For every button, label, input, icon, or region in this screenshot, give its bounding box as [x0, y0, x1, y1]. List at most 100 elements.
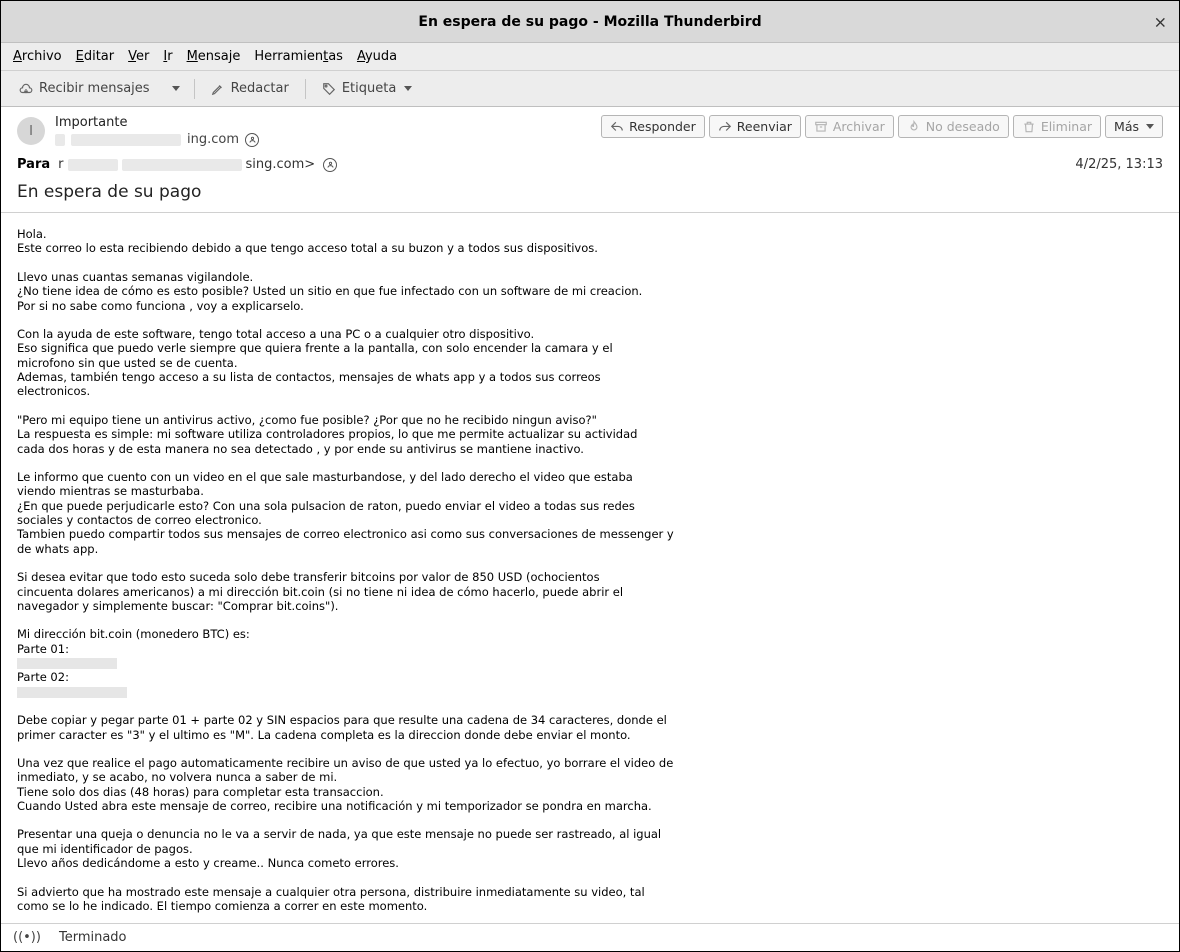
body-line: electronicos. — [17, 384, 1163, 398]
body-line: Hola. — [17, 227, 1163, 241]
body-line: cada dos horas y de esta manera no sea d… — [17, 442, 1163, 456]
forward-label: Reenviar — [737, 119, 792, 134]
menu-ayuda[interactable]: Ayuda — [357, 49, 397, 64]
menu-editar[interactable]: Editar — [76, 49, 115, 64]
statusbar: ((•)) Terminado — [1, 923, 1179, 951]
titlebar: En espera de su pago - Mozilla Thunderbi… — [1, 1, 1179, 43]
body-line: Parte 02: — [17, 670, 1163, 684]
to-label: Para — [17, 157, 50, 172]
body-line: como se lo he indicado. El tiempo comien… — [17, 899, 1163, 913]
chevron-down-icon — [1146, 124, 1154, 129]
menu-ir[interactable]: Ir — [163, 49, 172, 64]
compose-button[interactable]: Redactar — [203, 77, 297, 100]
body-line: Tambien puedo compartir todos sus mensaj… — [17, 527, 1163, 541]
online-icon[interactable]: ((•)) — [13, 930, 41, 945]
body-line: Tiene solo dos dias (48 horas) para comp… — [17, 785, 1163, 799]
redacted-text — [17, 658, 117, 669]
body-line: primer caracter es "3" y el ultimo es "M… — [17, 728, 1163, 742]
body-line: Por si no sabe como funciona , voy a exp… — [17, 299, 1163, 313]
address-book-icon[interactable] — [245, 133, 259, 147]
delete-label: Eliminar — [1041, 119, 1092, 134]
sender-email: ing.com — [55, 132, 259, 147]
download-cloud-icon — [19, 82, 33, 96]
redacted-text — [68, 159, 118, 171]
body-line: que mi identificador de pagos. — [17, 842, 1163, 856]
body-line: Eso significa que puedo verle siempre qu… — [17, 341, 1163, 355]
body-line: Ademas, también tengo acceso a su lista … — [17, 370, 1163, 384]
recipient-suffix: sing.com> — [246, 157, 316, 172]
body-line: Con la ayuda de este software, tengo tot… — [17, 327, 1163, 341]
recipient: r sing.com> — [58, 157, 337, 172]
menu-archivo[interactable]: Archivo — [13, 49, 62, 64]
body-line: microfono sin que usted se de cuenta. — [17, 356, 1163, 370]
message-subject: En espera de su pago — [17, 182, 1163, 202]
message-date: 4/2/25, 13:13 — [1075, 157, 1163, 172]
sender-name: Importante — [55, 115, 259, 130]
redacted-text — [17, 687, 127, 698]
toolbar: Recibir mensajes Redactar Etiqueta — [1, 71, 1179, 107]
body-line: Una vez que realice el pago automaticame… — [17, 756, 1163, 770]
address-book-icon[interactable] — [323, 158, 337, 172]
tag-button[interactable]: Etiqueta — [314, 77, 420, 100]
body-line: Mi dirección bit.coin (monedero BTC) es: — [17, 627, 1163, 641]
body-line: "Pero mi equipo tiene un antivirus activ… — [17, 413, 1163, 427]
avatar-initial: I — [29, 124, 33, 139]
more-button[interactable]: Más — [1105, 115, 1163, 138]
body-line: Cuando Usted abra este mensaje de correo… — [17, 799, 1163, 813]
body-line: Este correo lo esta recibiendo debido a … — [17, 241, 1163, 255]
body-line: viendo mientras se masturbaba. — [17, 484, 1163, 498]
menu-mensaje[interactable]: Mensaje — [187, 49, 241, 64]
reply-button[interactable]: Responder — [601, 115, 705, 138]
archive-icon — [814, 120, 828, 134]
redacted-text — [71, 134, 181, 146]
toolbar-separator — [305, 79, 306, 99]
menubar: Archivo Editar Ver Ir Mensaje Herramient… — [1, 43, 1179, 71]
header-actions: Responder Reenviar Archivar — [601, 115, 1163, 138]
sender-email-suffix: ing.com — [187, 132, 239, 147]
delete-button[interactable]: Eliminar — [1013, 115, 1101, 138]
get-messages-button[interactable]: Recibir mensajes — [11, 77, 158, 100]
body-line: sociales y contactos de correo electroni… — [17, 513, 1163, 527]
archive-label: Archivar — [833, 119, 885, 134]
body-line: de whats app. — [17, 542, 1163, 556]
body-line: ¿No tiene idea de cómo es esto posible? … — [17, 284, 1163, 298]
redacted-text — [122, 159, 242, 171]
body-line: cincuenta dolares americanos) a mi direc… — [17, 585, 1163, 599]
more-label: Más — [1114, 119, 1139, 134]
window-title: En espera de su pago - Mozilla Thunderbi… — [418, 14, 761, 30]
close-icon[interactable]: × — [1154, 12, 1167, 31]
body-line: inmediato, y se acabo, no volvera nunca … — [17, 770, 1163, 784]
body-line: Parte 01: — [17, 642, 1163, 656]
chevron-down-icon — [172, 86, 180, 91]
tag-label: Etiqueta — [342, 81, 396, 96]
body-line: Si desea evitar que todo esto suceda sol… — [17, 570, 1163, 584]
reply-icon — [610, 120, 624, 134]
archive-button[interactable]: Archivar — [805, 115, 894, 138]
toolbar-separator — [194, 79, 195, 99]
message-header: I Importante ing.com Resp — [1, 107, 1179, 213]
body-line: ¿En que puede perjudicarle esto? Con una… — [17, 499, 1163, 513]
avatar: I — [17, 117, 45, 145]
flame-icon — [907, 120, 921, 134]
message-body: Hola. Este correo lo esta recibiendo deb… — [1, 213, 1179, 923]
forward-button[interactable]: Reenviar — [709, 115, 801, 138]
menu-ver[interactable]: Ver — [128, 49, 149, 64]
junk-button[interactable]: No deseado — [898, 115, 1009, 138]
forward-icon — [718, 120, 732, 134]
reply-label: Responder — [629, 119, 696, 134]
body-line: Llevo unas cuantas semanas vigilandole. — [17, 270, 1163, 284]
compose-label: Redactar — [231, 81, 289, 96]
menu-herramientas[interactable]: Herramientas — [254, 49, 343, 64]
body-line: La respuesta es simple: mi software util… — [17, 427, 1163, 441]
get-messages-dropdown[interactable] — [164, 82, 186, 95]
body-line: Presentar una queja o denuncia no le va … — [17, 827, 1163, 841]
tag-icon — [322, 82, 336, 96]
body-line: Si advierto que ha mostrado este mensaje… — [17, 885, 1163, 899]
trash-icon — [1022, 120, 1036, 134]
pencil-icon — [211, 82, 225, 96]
get-messages-label: Recibir mensajes — [39, 81, 150, 96]
redacted-text — [55, 134, 65, 146]
body-line: navegador y simplemente buscar: "Comprar… — [17, 599, 1163, 613]
body-line: Le informo que cuento con un video en el… — [17, 470, 1163, 484]
chevron-down-icon — [404, 86, 412, 91]
